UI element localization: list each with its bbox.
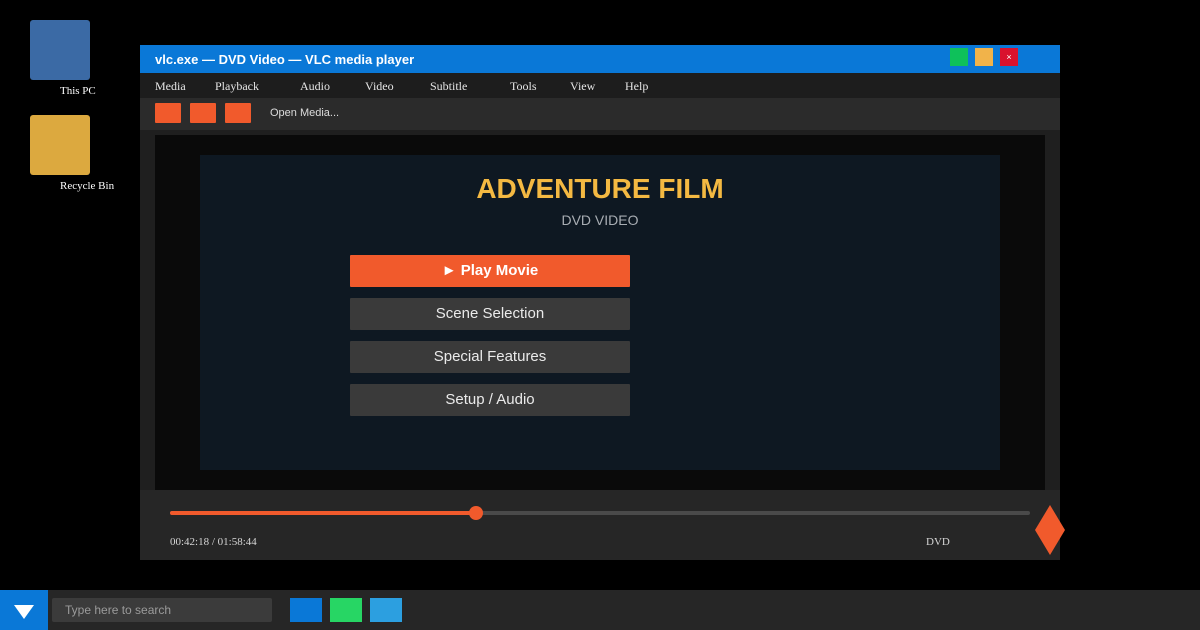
store-icon[interactable]: [370, 598, 402, 622]
vlc-window: vlc.exe — DVD Video — VLC media player ×…: [140, 45, 1060, 560]
open-media-button[interactable]: Open Media...: [270, 107, 339, 119]
close-button[interactable]: ×: [1000, 48, 1018, 66]
recycle-bin-icon: [30, 115, 90, 175]
dvd-menu-screen: ADVENTURE FILM DVD VIDEO ► Play Movie Sc…: [200, 155, 1000, 470]
seek-progress: [170, 511, 477, 515]
special-features-button[interactable]: Special Features: [350, 341, 630, 373]
maximize-button[interactable]: [975, 48, 993, 66]
menu-playback[interactable]: Playback: [215, 79, 259, 94]
time-display: 00:42:18 / 01:58:44: [170, 536, 257, 548]
start-icon: [14, 605, 34, 619]
computer-icon: [30, 20, 90, 80]
seek-handle[interactable]: [469, 506, 484, 520]
setup-audio-button[interactable]: Setup / Audio: [350, 384, 630, 416]
window-title: vlc.exe — DVD Video — VLC media player: [155, 52, 415, 67]
source-label: DVD: [926, 536, 950, 548]
play-toolbar-button[interactable]: [155, 103, 181, 123]
fullscreen-toolbar-button[interactable]: [225, 103, 251, 123]
menu-audio[interactable]: Audio: [300, 79, 330, 94]
taskbar-search[interactable]: Type here to search: [52, 598, 272, 622]
desktop-icon-recycle-bin[interactable]: Recycle Bin: [30, 115, 130, 192]
desktop-icon-this-pc[interactable]: This PC: [30, 20, 130, 97]
seek-bar[interactable]: [170, 506, 1030, 520]
menu-subtitle[interactable]: Subtitle: [430, 79, 467, 94]
menu-help[interactable]: Help: [625, 79, 648, 94]
menu-view[interactable]: View: [570, 79, 595, 94]
video-area[interactable]: ADVENTURE FILM DVD VIDEO ► Play Movie Sc…: [155, 135, 1045, 490]
edge-icon[interactable]: [290, 598, 322, 622]
menu-video[interactable]: Video: [365, 79, 394, 94]
window-titlebar[interactable]: vlc.exe — DVD Video — VLC media player ×: [140, 45, 1060, 73]
desktop-icon-label: This PC: [60, 85, 96, 97]
minimize-button[interactable]: [950, 48, 968, 66]
scene-selection-button[interactable]: Scene Selection: [350, 298, 630, 330]
stop-toolbar-button[interactable]: [190, 103, 216, 123]
dvd-title: ADVENTURE FILM: [476, 173, 724, 204]
menu-media[interactable]: Media: [155, 79, 186, 94]
toolbar: Open Media...: [140, 98, 1060, 130]
desktop-icon-label: Recycle Bin: [60, 180, 115, 192]
menu-tools[interactable]: Tools: [510, 79, 537, 94]
menu-bar: Media Playback Audio Video Subtitle Tool…: [140, 73, 1060, 98]
playback-controls: 00:42:18 / 01:58:44 DVD: [140, 490, 1060, 560]
vlc-cone-icon: [1035, 505, 1065, 555]
play-movie-button[interactable]: ► Play Movie: [350, 255, 630, 287]
start-button[interactable]: [0, 590, 48, 630]
taskbar: Type here to search: [0, 590, 1200, 630]
dvd-subtitle: DVD VIDEO: [561, 212, 639, 228]
search-placeholder: Type here to search: [65, 603, 172, 617]
messaging-icon[interactable]: [330, 598, 362, 622]
